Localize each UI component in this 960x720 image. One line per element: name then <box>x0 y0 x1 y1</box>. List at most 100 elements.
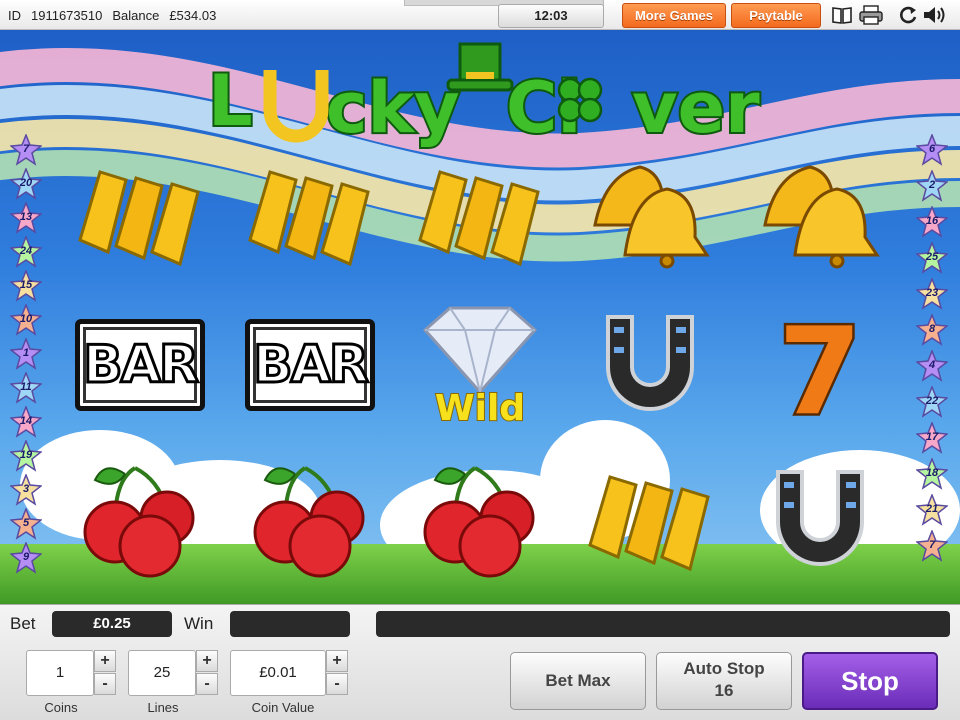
payline-number: 7 <box>928 539 936 551</box>
payline-number: 1 <box>22 347 30 359</box>
clock: 12:03 <box>498 4 604 28</box>
auto-stop-count: 16 <box>714 681 734 700</box>
symbol-cherries <box>225 447 395 592</box>
symbol-gold-bars <box>565 447 735 592</box>
symbol-gold-bars <box>225 142 395 287</box>
coin-value-plus-button[interactable]: + <box>326 650 348 672</box>
payline-star-marker[interactable]: 16 <box>916 206 948 238</box>
message-bar <box>376 611 950 637</box>
coins-stepper: 1 + - <box>26 650 118 696</box>
lines-value: 25 <box>128 650 196 696</box>
payline-star-marker[interactable]: 17 <box>916 422 948 454</box>
payline-star-marker[interactable]: 2 <box>916 170 948 202</box>
payline-number: 3 <box>22 483 30 495</box>
payline-number: 9 <box>22 551 30 563</box>
payline-star-marker[interactable]: 20 <box>10 168 42 200</box>
payline-star-marker[interactable]: 4 <box>916 350 948 382</box>
payline-number: 2 <box>928 179 936 191</box>
payline-star-marker[interactable]: 13 <box>10 202 42 234</box>
bet-label: Bet <box>10 614 36 633</box>
auto-stop-label: Auto Stop <box>683 659 765 678</box>
symbol-bar: BAR <box>55 292 225 437</box>
payline-star-marker[interactable]: 19 <box>10 440 42 472</box>
payline-number: 25 <box>925 251 939 263</box>
payline-star-marker[interactable]: 11 <box>10 372 42 404</box>
printer-icon[interactable] <box>858 5 886 25</box>
more-games-button[interactable]: More Games <box>622 3 726 28</box>
payline-star-marker[interactable]: 24 <box>10 236 42 268</box>
payline-star-marker[interactable]: 7 <box>916 530 948 562</box>
payline-number: 6 <box>928 143 936 155</box>
symbol-bar: BAR <box>225 292 395 437</box>
payline-star-marker[interactable]: 7 <box>10 134 42 166</box>
logo-letters-cky: cky <box>326 67 460 149</box>
payline-star-marker[interactable]: 15 <box>10 270 42 302</box>
symbol-cherries <box>395 447 565 592</box>
payline-star-marker[interactable]: 21 <box>916 494 948 526</box>
payline-number: 15 <box>19 279 33 291</box>
bar-label: BAR <box>75 318 205 411</box>
payline-number: 8 <box>928 323 936 335</box>
payline-number: 23 <box>925 287 939 299</box>
payline-number: 16 <box>925 215 939 227</box>
top-status-bar: ID 1911673510 Balance £534.03 12:03 More Ga… <box>0 0 960 30</box>
logo-letter-l: L <box>208 60 253 142</box>
payline-number: 19 <box>19 449 33 461</box>
symbol-cherries <box>55 447 225 592</box>
horseshoe-icon <box>263 70 329 143</box>
win-label: Win <box>184 614 214 633</box>
payline-star-marker[interactable]: 3 <box>10 474 42 506</box>
auto-stop-button[interactable]: Auto Stop 16 <box>656 652 792 710</box>
account-info: ID 1911673510 Balance £534.03 <box>8 8 226 23</box>
payline-number: 11 <box>20 381 32 393</box>
seven-label: 7 <box>778 303 862 442</box>
payline-number: 22 <box>925 395 939 407</box>
payline-star-marker[interactable]: 23 <box>916 278 948 310</box>
payline-star-marker[interactable]: 5 <box>10 508 42 540</box>
book-icon[interactable] <box>832 5 852 25</box>
coins-minus-button[interactable]: - <box>94 673 116 695</box>
symbol-gold-bars <box>55 142 225 287</box>
payline-star-marker[interactable]: 8 <box>916 314 948 346</box>
id-label: ID <box>8 8 21 23</box>
payline-star-marker[interactable]: 14 <box>10 406 42 438</box>
bar-label: BAR <box>245 318 375 411</box>
lines-stepper: 25 + - <box>128 650 220 696</box>
id-value: 1911673510 <box>31 8 103 23</box>
coins-plus-button[interactable]: + <box>94 650 116 672</box>
refresh-icon[interactable] <box>898 5 918 25</box>
payline-star-marker[interactable]: 18 <box>916 458 948 490</box>
payline-star-marker[interactable]: 9 <box>10 542 42 574</box>
balance-label: Balance <box>112 8 160 23</box>
speaker-icon[interactable] <box>922 5 948 25</box>
balance-value: £534.03 <box>169 8 217 23</box>
symbol-bells <box>735 142 905 287</box>
payline-number: 21 <box>925 503 939 515</box>
payline-star-marker[interactable]: 1 <box>10 338 42 370</box>
lines-minus-button[interactable]: - <box>196 673 218 695</box>
payline-number: 18 <box>925 467 939 479</box>
payline-star-marker[interactable]: 10 <box>10 304 42 336</box>
lucky-clover-logo: L cky Cl ver <box>208 42 762 150</box>
payline-star-marker[interactable]: 25 <box>916 242 948 274</box>
payline-star-marker[interactable]: 22 <box>916 386 948 418</box>
coin-value-stepper: £0.01 + - <box>230 650 350 696</box>
stop-button[interactable]: Stop <box>802 652 938 710</box>
lines-plus-button[interactable]: + <box>196 650 218 672</box>
payline-number: 7 <box>22 143 30 155</box>
payline-number: 10 <box>19 313 33 325</box>
coin-value-caption: Coin Value <box>251 700 315 715</box>
symbol-seven: 7 <box>735 292 905 444</box>
reel-grid: BAR BAR Wild 7 <box>55 142 905 602</box>
symbol-horseshoe <box>735 447 905 592</box>
bet-max-button[interactable]: Bet Max <box>510 652 646 710</box>
coin-value-minus-button[interactable]: - <box>326 673 348 695</box>
payline-number: 13 <box>19 211 33 223</box>
paytable-button[interactable]: Paytable <box>731 3 821 28</box>
payline-number: 4 <box>928 359 936 371</box>
coins-value: 1 <box>26 650 94 696</box>
payline-star-marker[interactable]: 6 <box>916 134 948 166</box>
symbol-bells <box>565 142 735 287</box>
symbol-horseshoe <box>565 292 735 437</box>
payline-markers-right: 6 2 16 25 23 8 4 22 17 18 21 7 <box>912 134 952 594</box>
